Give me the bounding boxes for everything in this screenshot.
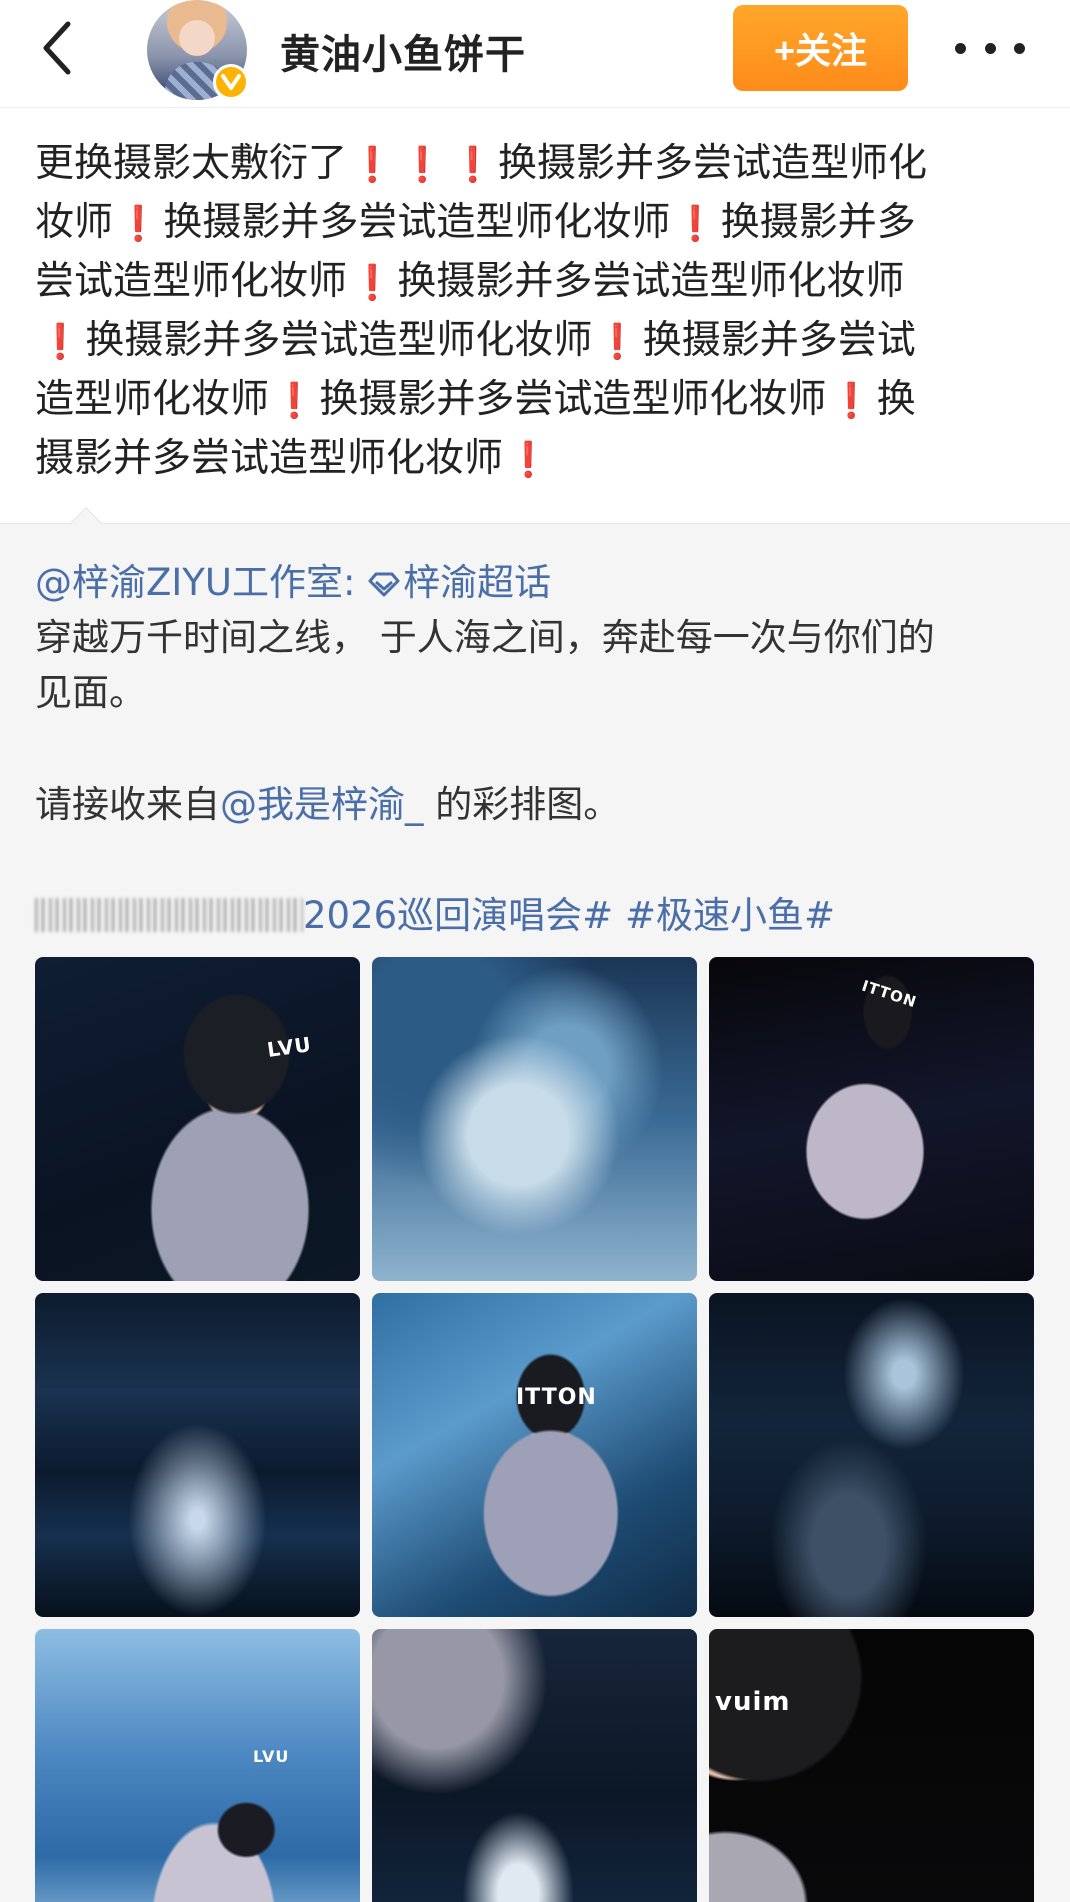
author-mention-link[interactable]: @梓渝ZIYU工作室: [35, 561, 355, 604]
post-text-segment: 更换摄影太敷衍了 [35, 141, 348, 186]
post-text-segment: 妆师 [35, 200, 114, 245]
hashtag-link[interactable]: #极速小鱼# [625, 894, 835, 937]
repost-text: 的彩排图。 [423, 783, 621, 826]
mention-link[interactable]: @我是梓渝_ [220, 783, 424, 826]
exclamation-icon: ❗ [351, 145, 394, 185]
post-text-segment: 摄影并多尝试造型师化妆师 [35, 436, 504, 481]
supertopic-label: 梓渝超话 [403, 561, 552, 604]
post-text-line: 妆师 ❗ 换摄影并多尝试造型师化妆师 ❗ 换摄影并多 [35, 194, 1035, 253]
exclamation-icon: ❗ [117, 204, 160, 244]
post-text-segment: 换摄影并多 [720, 200, 916, 245]
exclamation-icon: ❗ [401, 145, 444, 185]
more-dot-icon [984, 42, 996, 54]
exclamation-icon: ❗ [596, 322, 639, 362]
photo-thumbnail[interactable] [709, 1293, 1034, 1617]
post-text-line: 更换摄影太敷衍了 ❗ ❗ ❗ 换摄影并多尝试造型师化 [35, 135, 1035, 194]
exclamation-icon: ❗ [351, 263, 394, 303]
exclamation-icon: ❗ [674, 204, 717, 244]
avatar-container[interactable] [147, 0, 249, 100]
post-text-segment: 换摄影并多尝试 [642, 318, 916, 363]
chevron-left-icon [43, 21, 71, 75]
username[interactable]: 黄油小鱼饼干 [280, 22, 526, 80]
more-dot-icon [955, 42, 966, 54]
post-text-segment: 换 [876, 377, 916, 422]
repost-body-line: 穿越万千时间之线， 于人海之间，奔赴每一次与你们的 [35, 616, 935, 659]
diamond-icon [368, 572, 400, 597]
post-text-segment: 换摄影并多尝试造型师化妆师 [85, 318, 593, 363]
post-text-segment: 换摄影并多尝试造型师化妆师 [319, 377, 827, 422]
beanie-logo-text: ITTON [859, 976, 920, 1012]
photo-thumbnail[interactable]: ITTON [709, 957, 1034, 1281]
post-text-line: ❗ 换摄影并多尝试造型师化妆师 ❗ 换摄影并多尝试 [35, 312, 1035, 371]
profile-header: 黄油小鱼饼干 +关注 [0, 0, 1070, 108]
repost-body-line: 见面。 [35, 671, 146, 714]
more-options-button[interactable] [955, 30, 1025, 66]
beanie-logo-text: vuim [715, 1687, 791, 1717]
redacted-text [35, 898, 303, 932]
exclamation-icon: ❗ [830, 381, 873, 421]
post-text-segment: 换摄影并多尝试造型师化妆师 [163, 200, 671, 245]
photo-thumbnail[interactable]: LVU [35, 957, 360, 1281]
beanie-logo-text: LVU [265, 1032, 314, 1062]
back-button[interactable] [32, 18, 82, 78]
post-text-line: 摄影并多尝试造型师化妆师 ❗ [35, 430, 1035, 489]
beanie-logo-text: ITTON [516, 1385, 597, 1410]
verified-badge-icon [213, 64, 249, 100]
photo-thumbnail[interactable] [372, 957, 697, 1281]
post-text-line: 造型师化妆师 ❗ 换摄影并多尝试造型师化妆师 ❗ 换 [35, 371, 1035, 430]
post-text-segment: 换摄影并多尝试造型师化 [498, 141, 928, 186]
photo-thumbnail[interactable] [35, 1293, 360, 1617]
exclamation-icon: ❗ [451, 145, 495, 185]
post-text-segment: 造型师化妆师 [35, 377, 270, 422]
post-body: 更换摄影太敷衍了 ❗ ❗ ❗ 换摄影并多尝试造型师化 妆师 ❗ 换摄影并多尝试造型师化妆师 ❗ 换… [35, 135, 1035, 489]
photo-thumbnail[interactable]: vuim [709, 1629, 1034, 1902]
hashtag-line: 2026巡回演唱会# #极速小鱼# [35, 890, 835, 942]
follow-button[interactable]: +关注 [733, 5, 908, 91]
repost-text: 请接收来自 [35, 783, 220, 826]
repost-header: @梓渝ZIYU工作室: 梓渝超话 [35, 557, 551, 609]
repost-body-line: 请接收来自@我是梓渝_ 的彩排图。 [35, 779, 620, 831]
exclamation-icon: ❗ [39, 322, 82, 362]
exclamation-icon: ❗ [507, 440, 550, 480]
post-text-segment: 尝试造型师化妆师 [35, 259, 348, 304]
post-text-line: 尝试造型师化妆师 ❗ 换摄影并多尝试造型师化妆师 [35, 253, 1035, 312]
photo-thumbnail[interactable]: LVU [35, 1629, 360, 1902]
supertopic-link[interactable]: 梓渝超话 [367, 561, 551, 604]
more-dot-icon [1014, 42, 1025, 54]
exclamation-icon: ❗ [273, 381, 316, 421]
photo-thumbnail[interactable] [372, 1629, 697, 1902]
hashtag-link[interactable]: 2026巡回演唱会# [303, 894, 613, 937]
post-text-segment: 换摄影并多尝试造型师化妆师 [397, 259, 905, 304]
photo-thumbnail[interactable]: ITTON [372, 1293, 697, 1617]
beanie-logo-text: LVU [253, 1747, 290, 1766]
